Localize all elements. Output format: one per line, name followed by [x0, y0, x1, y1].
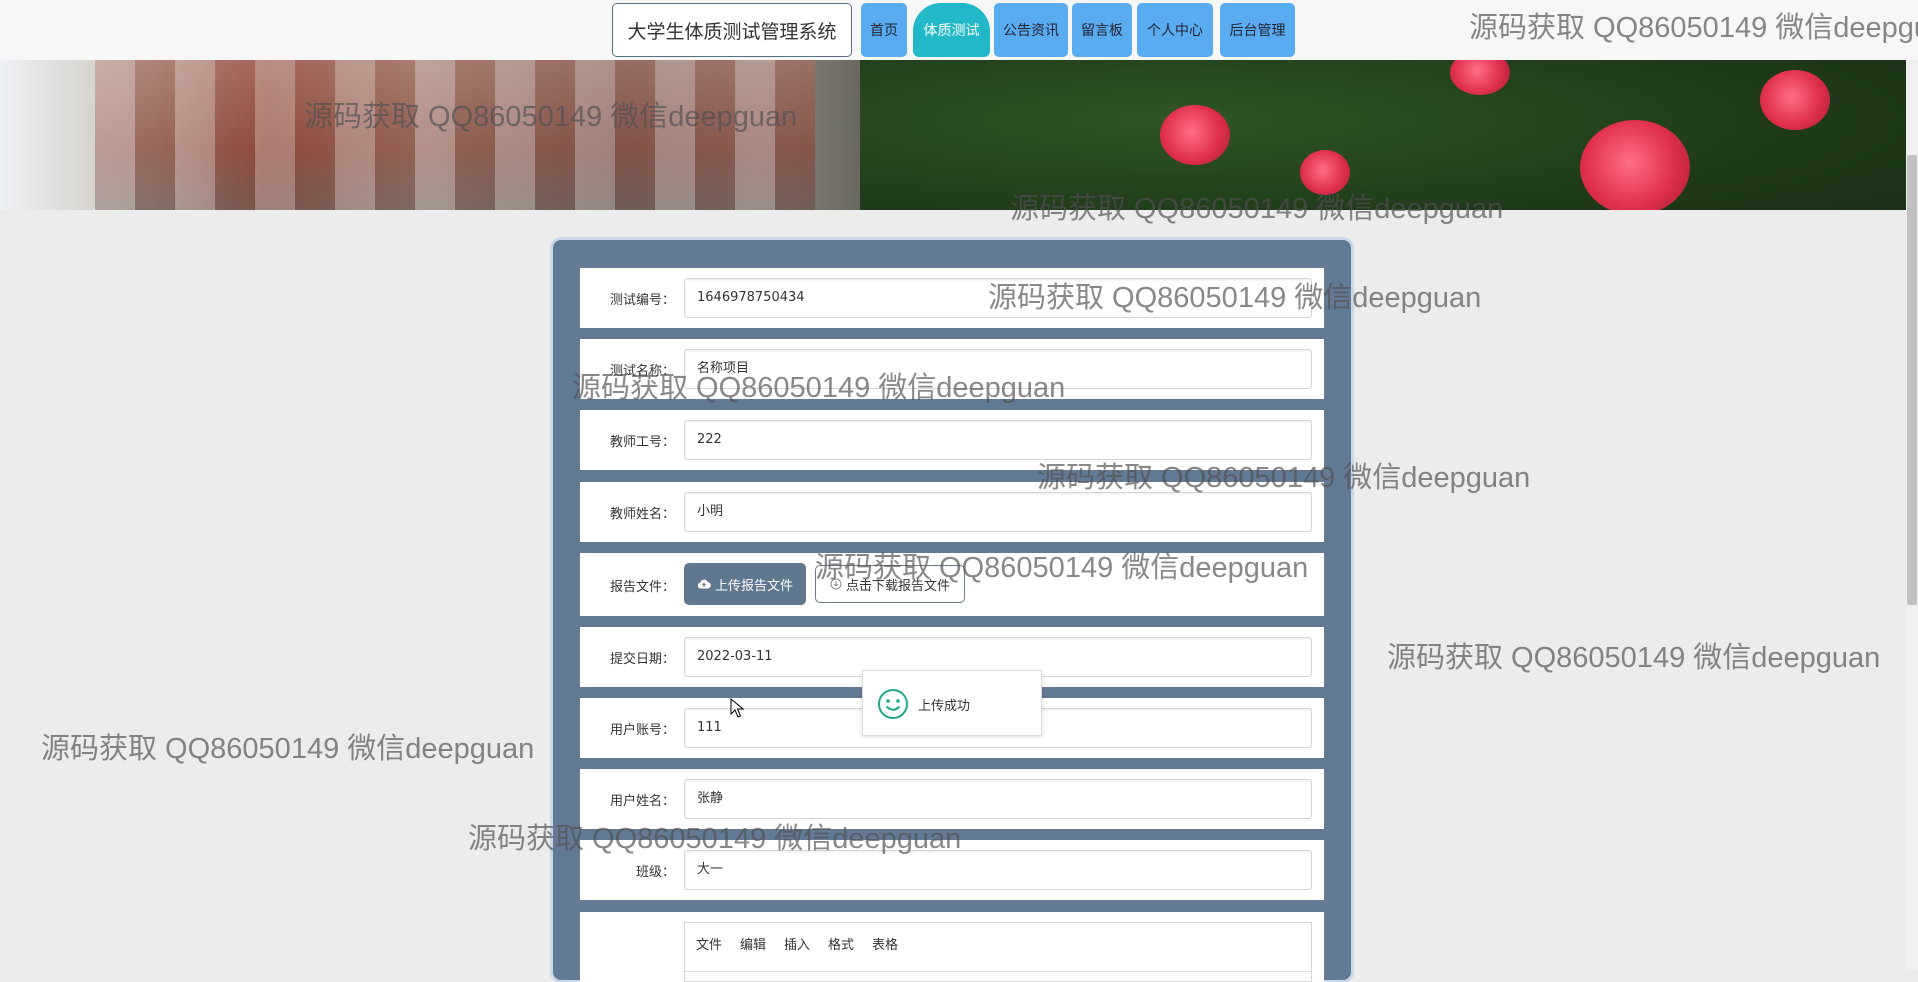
nav-admin[interactable]: 后台管理	[1220, 3, 1295, 57]
teacher-no-label: 教师工号：	[609, 435, 675, 450]
editor-menu-file[interactable]: 文件	[696, 934, 722, 953]
download-report-label: 点击下载报告文件	[845, 578, 950, 594]
smile-icon	[878, 689, 908, 719]
top-nav-bar: 大学生体质测试管理系统 首页 体质测试 公告资讯 留言板 个人中心 后台管理	[0, 0, 1918, 61]
form-row-teacher-name: 教师姓名： 小明	[580, 482, 1324, 542]
banner-image	[0, 60, 1906, 210]
teacher-name-field[interactable]: 小明	[684, 492, 1312, 532]
user-name-field[interactable]: 张静	[684, 779, 1312, 819]
watermark-text: 源码获取 QQ86050149 微信deepguan	[41, 733, 535, 765]
test-no-label: 测试编号：	[609, 293, 675, 308]
nav-fitness-test[interactable]: 体质测试	[913, 3, 990, 57]
user-name-label: 用户姓名：	[609, 794, 675, 809]
nav-personal-center[interactable]: 个人中心	[1137, 3, 1213, 57]
form-row-report-file: 报告文件： 上传报告文件 点击下载报告文件	[580, 553, 1324, 616]
upload-report-label: 上传报告文件	[714, 578, 793, 594]
mouse-cursor-icon	[730, 698, 744, 718]
editor-menu-edit[interactable]: 编辑	[740, 934, 766, 953]
cloud-upload-icon	[697, 579, 711, 589]
banner-flower	[1300, 150, 1350, 195]
form-row-test-name: 测试名称： 名称项目	[580, 339, 1324, 399]
nav-message-board[interactable]: 留言板	[1072, 3, 1132, 57]
teacher-no-field[interactable]: 222	[684, 420, 1312, 460]
editor-menu-table[interactable]: 表格	[872, 934, 898, 953]
editor-menu-format[interactable]: 格式	[828, 934, 854, 953]
form-row-class: 班级： 大一	[580, 840, 1324, 900]
banner-flower	[1580, 120, 1690, 210]
toast-message: 上传成功	[918, 699, 971, 714]
editor-toolbar-divider	[685, 971, 1311, 972]
site-brand[interactable]: 大学生体质测试管理系统	[612, 3, 852, 57]
upload-report-button[interactable]: 上传报告文件	[684, 563, 806, 605]
user-account-label: 用户账号：	[609, 723, 675, 738]
form-row-editor: 文件 编辑 插入 格式 表格	[580, 912, 1324, 982]
download-icon	[830, 578, 842, 590]
banner-building	[95, 60, 815, 210]
form-row-teacher-no: 教师工号： 222	[580, 410, 1324, 470]
banner-flower	[1760, 70, 1830, 130]
report-file-label: 报告文件：	[609, 580, 675, 595]
test-name-label: 测试名称：	[609, 364, 675, 379]
banner-foliage	[860, 60, 1906, 210]
nav-announcements[interactable]: 公告资讯	[994, 3, 1068, 57]
watermark-text: 源码获取 QQ86050149 微信deepguan	[1387, 642, 1881, 674]
page-scrollbar-thumb[interactable]	[1907, 155, 1917, 605]
form-row-test-no: 测试编号： 1646978750434	[580, 268, 1324, 328]
form-row-user-name: 用户姓名： 张静	[580, 769, 1324, 829]
rich-text-editor[interactable]: 文件 编辑 插入 格式 表格	[684, 922, 1312, 982]
banner-flower	[1160, 105, 1230, 165]
editor-menu-insert[interactable]: 插入	[784, 934, 810, 953]
submit-date-label: 提交日期：	[609, 652, 675, 667]
test-no-field[interactable]: 1646978750434	[684, 278, 1312, 318]
upload-success-toast: 上传成功	[862, 670, 1042, 736]
class-field[interactable]: 大一	[684, 850, 1312, 890]
download-report-button[interactable]: 点击下载报告文件	[815, 565, 965, 603]
nav-home[interactable]: 首页	[861, 3, 907, 57]
test-name-field[interactable]: 名称项目	[684, 349, 1312, 389]
class-label: 班级：	[635, 865, 675, 880]
teacher-name-label: 教师姓名：	[609, 507, 675, 522]
